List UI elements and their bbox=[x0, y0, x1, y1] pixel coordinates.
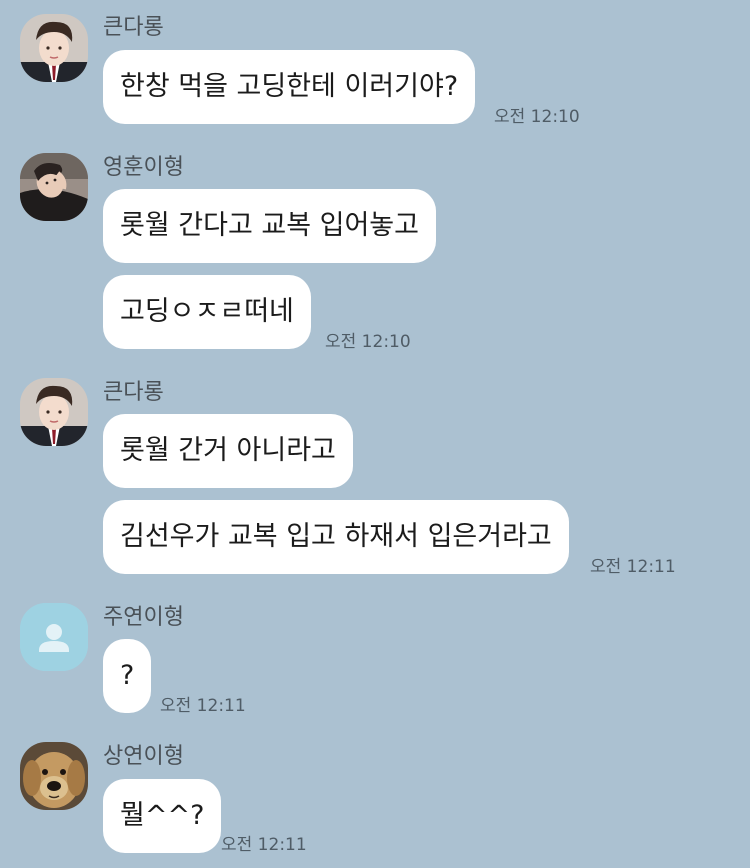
message-bubble[interactable]: ? bbox=[103, 639, 152, 713]
profile-photo-dog-icon bbox=[20, 742, 88, 810]
profile-photo-student-icon bbox=[20, 14, 88, 82]
message-time: 오전 12:10 bbox=[494, 107, 580, 127]
message-bubble[interactable]: 고딩ㅇㅈㄹ떠네 bbox=[103, 275, 311, 349]
avatar[interactable] bbox=[20, 378, 88, 446]
message-bubble[interactable]: 롯월 간거 아니라고 bbox=[103, 414, 353, 488]
avatar[interactable] bbox=[20, 603, 88, 671]
message-bubble[interactable]: 한창 먹을 고딩한테 이러기야? bbox=[103, 50, 476, 124]
message-bubble[interactable]: 김선우가 교복 입고 하재서 입은거라고 bbox=[103, 500, 569, 574]
sender-name: 주연이형 bbox=[103, 605, 184, 630]
message-time: 오전 12:11 bbox=[160, 696, 246, 716]
profile-photo-student-icon bbox=[20, 378, 88, 446]
sender-name: 큰다롱 bbox=[103, 15, 164, 40]
avatar[interactable] bbox=[20, 153, 88, 221]
sender-name: 영훈이형 bbox=[103, 155, 184, 180]
avatar[interactable] bbox=[20, 742, 88, 810]
avatar[interactable] bbox=[20, 14, 88, 82]
message-bubble[interactable]: 롯월 간다고 교복 입어놓고 bbox=[103, 189, 436, 263]
sender-name: 상연이형 bbox=[103, 744, 184, 769]
message-bubble[interactable]: 뭘^^? bbox=[103, 779, 222, 853]
message-time: 오전 12:10 bbox=[325, 332, 411, 352]
profile-photo-lying-icon bbox=[20, 153, 88, 221]
message-time: 오전 12:11 bbox=[221, 835, 307, 855]
sender-name: 큰다롱 bbox=[103, 380, 164, 405]
message-time: 오전 12:11 bbox=[590, 557, 676, 577]
default-profile-icon bbox=[20, 603, 88, 671]
